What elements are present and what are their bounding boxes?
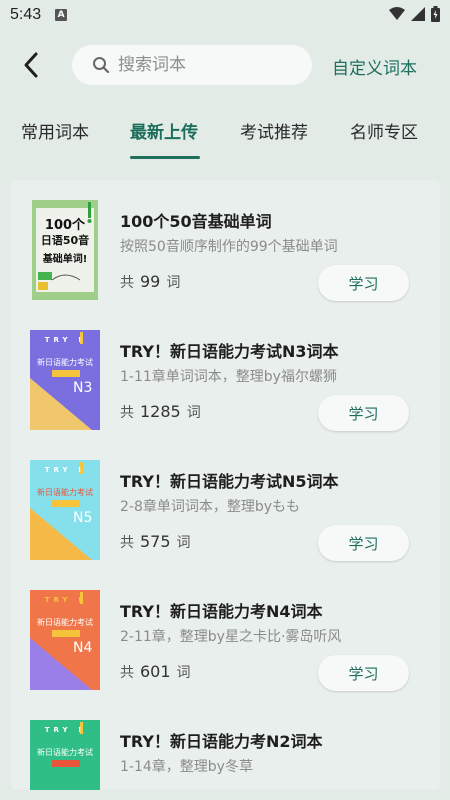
tab-exam-recommend[interactable]: 考试推荐 bbox=[240, 118, 308, 143]
cover-level-tag: N4 bbox=[73, 640, 93, 656]
tab-teacher-zone[interactable]: 名师专区 bbox=[350, 118, 418, 143]
word-count: 共 99 词 bbox=[120, 272, 180, 292]
count-prefix: 共 bbox=[120, 535, 134, 551]
wordbook-cover: TRY ! 新日语能力考试 bbox=[30, 720, 100, 790]
count-unit: 词 bbox=[176, 665, 191, 681]
back-button[interactable] bbox=[14, 48, 48, 82]
word-count: 共 575 词 bbox=[120, 532, 191, 552]
cover-subtitle: 新日语能力考试 bbox=[37, 618, 93, 627]
count-prefix: 共 bbox=[120, 665, 134, 681]
cover-line-2: 日语50音 bbox=[40, 234, 90, 247]
count-number: 601 bbox=[140, 662, 171, 681]
cover-subtitle: 新日语能力考试 bbox=[37, 358, 93, 367]
search-icon bbox=[93, 57, 110, 74]
wordbook-cover: TRY ! 新日语能力考试 N5 bbox=[30, 460, 100, 560]
wordbook-item[interactable]: TRY ! 新日语能力考试 N3 TRY！新日语能力考试N3词本 1-11章单词… bbox=[10, 310, 440, 440]
cover-subtitle: 新日语能力考试 bbox=[37, 748, 93, 757]
notification-icon: A bbox=[55, 9, 68, 21]
wordbook-desc: 2-11章，整理by星之卡比·雾岛听风 bbox=[120, 629, 342, 645]
wordbook-item[interactable]: TRY ! 新日语能力考试 TRY！新日语能力考N2词本 1-14章，整理by冬… bbox=[10, 700, 440, 790]
cover-level-tag: N3 bbox=[73, 380, 93, 396]
wordbook-desc: 按照50音顺序制作的99个基础单词 bbox=[120, 239, 338, 255]
cover-line-3: 基础单词! bbox=[42, 254, 88, 265]
cover-subtitle: 新日语能力考试 bbox=[37, 488, 93, 497]
status-time: 5:43 bbox=[10, 6, 42, 23]
cover-word: TRY ! bbox=[44, 596, 86, 604]
wordbook-title: TRY！新日语能力考试N5词本 bbox=[120, 472, 339, 491]
learn-button[interactable]: 学习 bbox=[318, 265, 409, 301]
search-input[interactable] bbox=[118, 55, 288, 75]
count-unit: 词 bbox=[186, 405, 201, 421]
wordbook-cover: 100个 日语50音 基础单词! bbox=[32, 200, 98, 300]
wordbook-desc: 1-11章单词词本，整理by福尔螺狮 bbox=[120, 369, 337, 385]
custom-wordbook-link[interactable]: 自定义词本 bbox=[332, 54, 417, 79]
learn-button[interactable]: 学习 bbox=[318, 655, 409, 691]
status-icons bbox=[389, 6, 440, 22]
learn-button[interactable]: 学习 bbox=[318, 395, 409, 431]
count-number: 99 bbox=[140, 272, 161, 291]
wordbook-title: 100个50音基础单词 bbox=[120, 212, 272, 231]
word-count: 共 1285 词 bbox=[120, 402, 201, 422]
cover-word: TRY ! bbox=[44, 726, 86, 734]
wordbook-item[interactable]: 100个 日语50音 基础单词! 100个50音基础单词 按照50音顺序制作的9… bbox=[10, 180, 440, 310]
back-arrow-icon bbox=[24, 52, 38, 78]
count-number: 1285 bbox=[140, 402, 181, 421]
signal-icon bbox=[411, 7, 425, 21]
cover-line-1: 100个 bbox=[44, 218, 86, 233]
wordbook-title: TRY！新日语能力考试N3词本 bbox=[120, 342, 339, 361]
count-prefix: 共 bbox=[120, 405, 134, 421]
tab-common[interactable]: 常用词本 bbox=[21, 118, 89, 143]
active-tab-indicator bbox=[130, 156, 200, 159]
count-prefix: 共 bbox=[120, 275, 134, 291]
status-bar: 5:43 A bbox=[0, 0, 450, 30]
wordbook-desc: 2-8章单词词本，整理byもも bbox=[120, 499, 301, 515]
wordbook-item[interactable]: TRY ! 新日语能力考试 N5 TRY！新日语能力考试N5词本 2-8章单词词… bbox=[10, 440, 440, 570]
count-number: 575 bbox=[140, 532, 171, 551]
count-unit: 词 bbox=[176, 535, 191, 551]
wordbook-cover: TRY ! 新日语能力考试 N3 bbox=[30, 330, 100, 430]
wordbook-list: 100个 日语50音 基础单词! 100个50音基础单词 按照50音顺序制作的9… bbox=[10, 180, 440, 790]
tab-latest-upload[interactable]: 最新上传 bbox=[130, 118, 198, 143]
search-box[interactable] bbox=[72, 45, 312, 85]
cover-level-tag: N5 bbox=[73, 510, 93, 526]
word-count: 共 601 词 bbox=[120, 662, 191, 682]
tab-bar: 常用词本 最新上传 考试推荐 名师专区 bbox=[0, 108, 450, 160]
wordbook-title: TRY！新日语能力考N2词本 bbox=[120, 732, 323, 751]
cover-word: TRY ! bbox=[44, 336, 86, 344]
learn-button[interactable]: 学习 bbox=[318, 525, 409, 561]
wordbook-item[interactable]: TRY ! 新日语能力考试 N4 TRY！新日语能力考N4词本 2-11章，整理… bbox=[10, 570, 440, 700]
wordbook-title: TRY！新日语能力考N4词本 bbox=[120, 602, 323, 621]
wordbook-cover: TRY ! 新日语能力考试 N4 bbox=[30, 590, 100, 690]
battery-icon bbox=[431, 6, 440, 22]
wifi-icon bbox=[389, 7, 405, 20]
cover-word: TRY ! bbox=[44, 466, 86, 474]
wordbook-desc: 1-14章，整理by冬草 bbox=[120, 759, 253, 775]
top-bar: 自定义词本 bbox=[0, 40, 450, 90]
count-unit: 词 bbox=[166, 275, 181, 291]
